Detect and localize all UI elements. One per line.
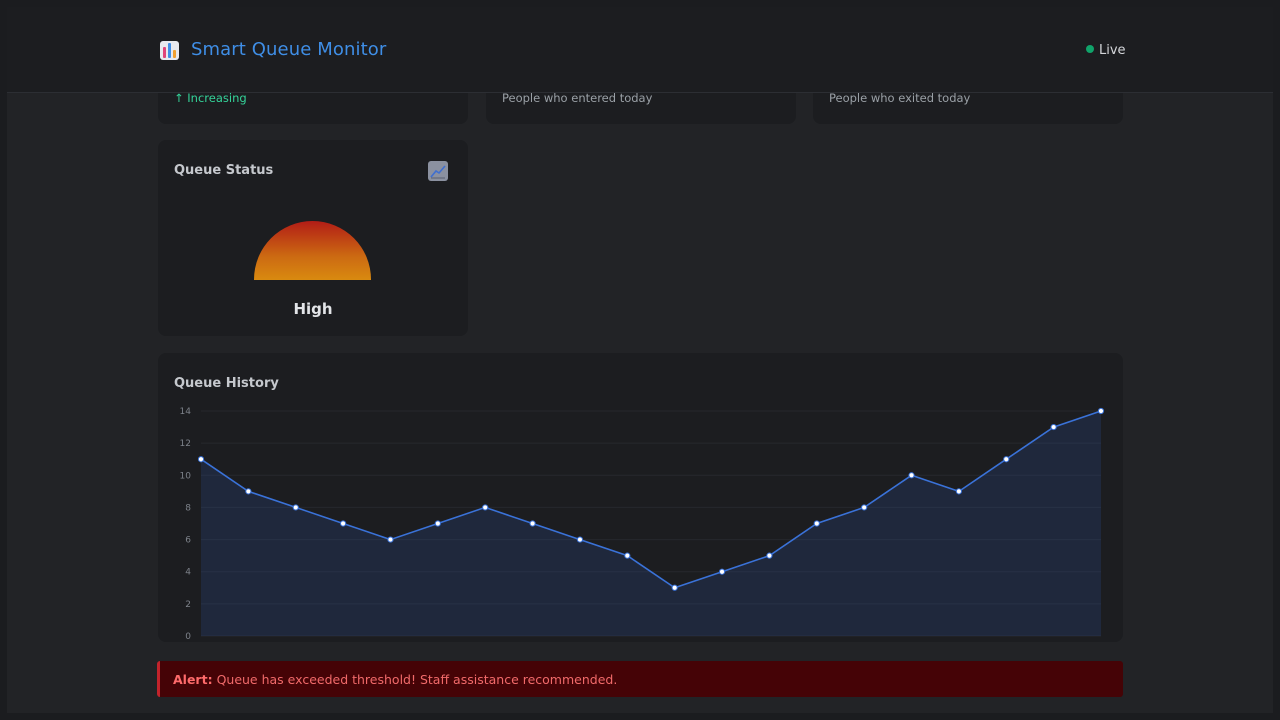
trend-text: ↑ Increasing	[174, 91, 247, 105]
queue-history-chart: 0 2 4 6 8 10 12 14	[180, 407, 1105, 642]
data-point	[955, 488, 962, 495]
y-tick-label: 10	[180, 471, 192, 481]
data-point	[340, 520, 347, 527]
y-tick-label: 14	[180, 407, 192, 417]
data-point	[908, 472, 915, 479]
y-tick-label: 0	[185, 632, 191, 642]
data-point	[434, 520, 441, 527]
area-fill	[201, 411, 1101, 636]
alert-label: Alert:	[173, 672, 213, 687]
data-point	[624, 552, 631, 559]
data-point	[671, 584, 678, 591]
data-point	[576, 536, 584, 543]
data-point	[387, 536, 394, 543]
data-point	[861, 504, 868, 511]
data-point	[1003, 456, 1010, 463]
data-point	[482, 504, 489, 511]
data-point	[529, 520, 536, 527]
app-title: Smart Queue Monitor	[191, 39, 387, 60]
data-point	[718, 568, 726, 575]
queue-status-title: Queue Status	[174, 163, 274, 178]
entered-subtext: People who entered today	[502, 91, 653, 105]
y-tick-label: 4	[185, 568, 191, 578]
data-point	[813, 520, 820, 527]
data-point	[292, 504, 299, 511]
exited-subtext: People who exited today	[829, 91, 971, 105]
bar-chart-icon	[160, 41, 179, 60]
live-indicator: Live	[1086, 43, 1126, 58]
data-point	[1097, 407, 1105, 415]
y-tick-label: 2	[185, 600, 191, 610]
data-point	[245, 488, 252, 495]
live-label: Live	[1099, 43, 1126, 58]
data-point	[766, 552, 773, 559]
y-tick-label: 12	[180, 439, 191, 449]
data-point	[1050, 423, 1057, 431]
alert-banner: Alert: Queue has exceeded threshold! Sta…	[157, 661, 1123, 697]
y-tick-label: 8	[185, 503, 191, 513]
line-chart-icon[interactable]	[428, 161, 448, 181]
data-point	[197, 456, 205, 463]
queue-gauge	[254, 221, 371, 280]
queue-status-card: Queue Status High	[158, 140, 468, 336]
queue-level: High	[293, 300, 333, 318]
queue-history-card: Queue History 0 2 4 6 8 10 12 14	[158, 353, 1123, 642]
alert-message: Queue has exceeded threshold! Staff assi…	[216, 672, 618, 687]
y-tick-label: 6	[185, 536, 191, 546]
live-dot-icon	[1086, 45, 1094, 53]
